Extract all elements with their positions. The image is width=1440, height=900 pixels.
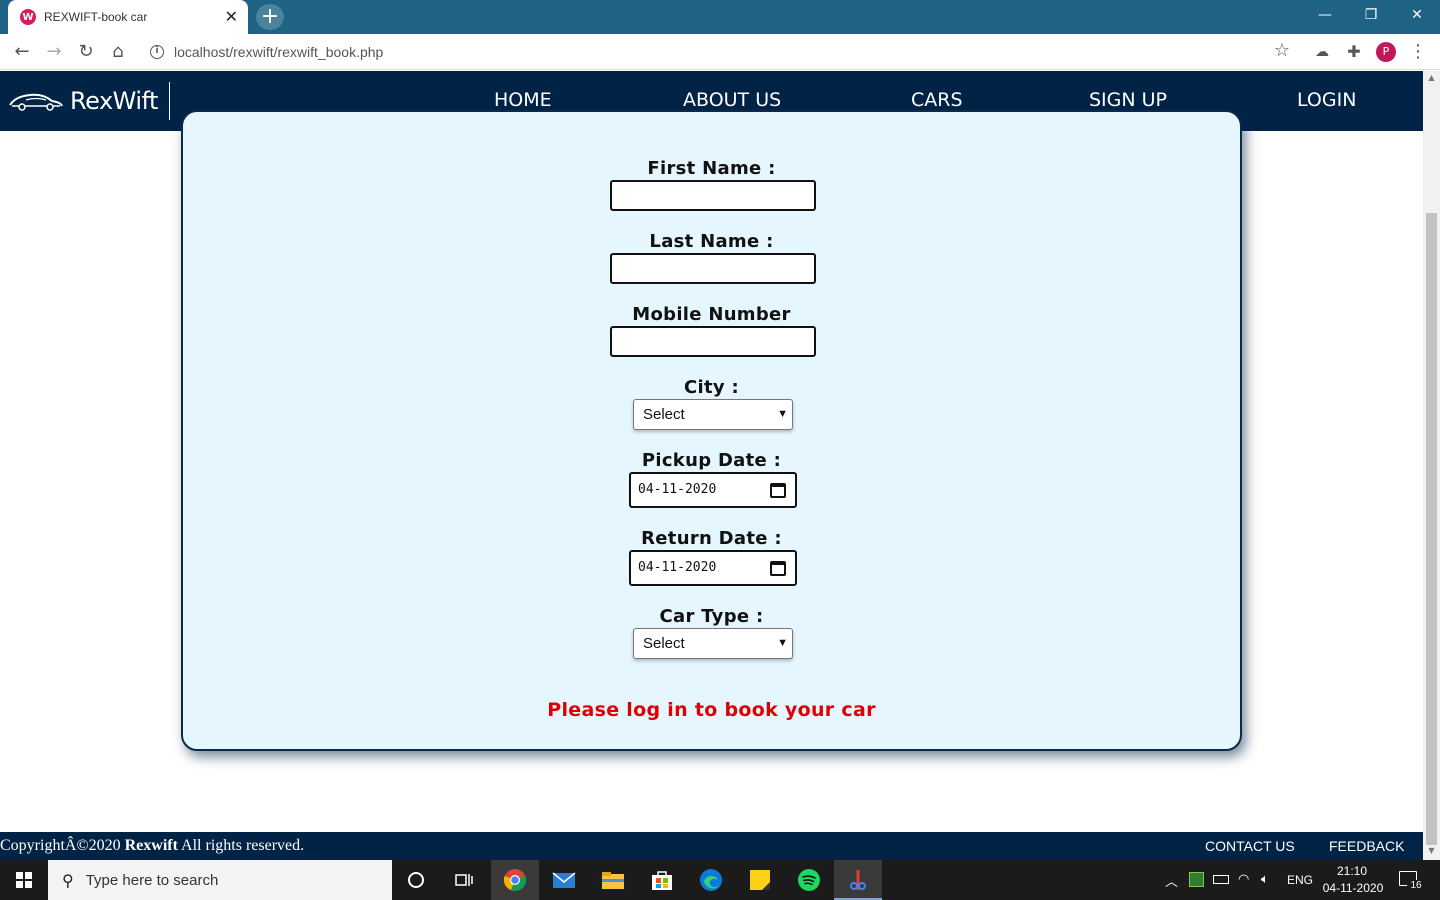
browser-toolbar: ← → ↻ ⌂ i localhost/rexwift/rexwift_book… <box>0 34 1440 70</box>
windows-logo-icon <box>16 872 32 888</box>
brand-logo[interactable]: RexWift <box>8 83 158 119</box>
calendar-icon[interactable] <box>770 561 786 576</box>
return-date-value: 04-11-2020 <box>638 560 717 575</box>
car-type-label: Car Type : <box>659 606 764 627</box>
brand-name: RexWift <box>70 87 158 115</box>
taskbar-search[interactable]: ⚲ Type here to search <box>48 860 392 900</box>
restore-icon[interactable]: ❐ <box>1348 0 1394 30</box>
new-tab-button[interactable]: + <box>256 4 284 30</box>
notification-badge: 16 <box>1407 880 1425 894</box>
feedback-link[interactable]: FEEDBACK <box>1329 838 1404 854</box>
battery-icon[interactable] <box>1213 875 1229 884</box>
pickup-date-value: 04-11-2020 <box>638 482 717 497</box>
city-select-value: Select <box>643 406 685 423</box>
page-scrollbar[interactable]: ▲ ▼ <box>1423 71 1440 860</box>
edge-icon[interactable] <box>697 866 725 894</box>
site-footer: CopyrightÂ©2020 Rexwift All rights reser… <box>0 832 1423 860</box>
city-select[interactable]: Select ▼ <box>633 399 793 430</box>
show-hidden-icons-icon[interactable]: ︿ <box>1165 871 1178 890</box>
last-name-label: Last Name : <box>649 231 774 252</box>
return-date-label: Return Date : <box>641 528 782 549</box>
logo-divider <box>169 82 170 120</box>
tray-app-icon[interactable] <box>1189 872 1204 887</box>
nav-about-us[interactable]: ABOUT US <box>683 89 781 111</box>
start-button[interactable] <box>0 860 48 900</box>
contact-us-link[interactable]: CONTACT US <box>1205 838 1295 854</box>
copyright-brand: Rexwift <box>124 837 178 854</box>
search-icon: ⚲ <box>62 870 74 890</box>
address-bar[interactable]: i localhost/rexwift/rexwift_book.php ☆ <box>140 38 1300 66</box>
cortana-icon[interactable] <box>402 866 430 894</box>
profile-avatar[interactable]: P <box>1376 42 1396 62</box>
return-date-input[interactable]: 04-11-2020 <box>629 550 797 586</box>
wifi-icon[interactable]: ◠ <box>1238 871 1249 887</box>
car-type-select[interactable]: Select ▼ <box>633 628 793 659</box>
scroll-thumb[interactable] <box>1426 213 1437 845</box>
volume-icon[interactable]: 🔈︎ <box>1261 871 1269 887</box>
extensions-puzzle-icon[interactable]: ✚ <box>1342 40 1366 64</box>
city-label: City : <box>684 377 739 398</box>
browser-tabstrip: W REXWIFT-book car ✕ + — ❐ ✕ <box>0 0 1440 34</box>
minimize-icon[interactable]: — <box>1302 0 1348 30</box>
car-type-select-value: Select <box>643 635 685 652</box>
copyright-prefix: CopyrightÂ©2020 <box>0 837 121 854</box>
calendar-icon[interactable] <box>770 483 786 498</box>
nav-sign-up[interactable]: SIGN UP <box>1089 89 1167 111</box>
language-indicator[interactable]: ENG <box>1287 873 1313 887</box>
forward-icon[interactable]: → <box>42 40 66 64</box>
search-placeholder: Type here to search <box>85 871 219 889</box>
chevron-down-icon: ▼ <box>777 408 788 420</box>
close-window-icon[interactable]: ✕ <box>1394 0 1440 30</box>
scroll-up-icon[interactable]: ▲ <box>1423 73 1440 82</box>
favicon-icon: W <box>20 9 36 25</box>
url-text: localhost/rexwift/rexwift_book.php <box>174 44 384 60</box>
mail-icon[interactable] <box>550 866 578 894</box>
clock-date[interactable]: 04-11-2020 <box>1322 881 1384 895</box>
copyright-suffix: All rights reserved. <box>181 837 305 854</box>
chevron-down-icon: ▼ <box>777 637 788 649</box>
mobile-number-input[interactable] <box>610 326 816 357</box>
chrome-icon[interactable] <box>501 866 529 894</box>
mobile-number-label: Mobile Number <box>632 304 791 325</box>
info-icon[interactable]: i <box>150 45 164 59</box>
spotify-icon[interactable] <box>795 866 823 894</box>
pickup-date-label: Pickup Date : <box>641 450 782 471</box>
pickup-date-input[interactable]: 04-11-2020 <box>629 472 797 508</box>
snipping-tool-icon[interactable] <box>844 866 872 894</box>
reload-icon[interactable]: ↻ <box>74 40 98 64</box>
file-explorer-icon[interactable] <box>599 866 627 894</box>
clock-time[interactable]: 21:10 <box>1324 864 1380 878</box>
last-name-input[interactable] <box>610 253 816 284</box>
nav-home[interactable]: HOME <box>494 89 552 111</box>
nav-cars[interactable]: CARS <box>911 89 963 111</box>
car-logo-icon <box>9 93 63 111</box>
home-icon[interactable]: ⌂ <box>106 40 130 64</box>
back-icon[interactable]: ← <box>10 40 34 64</box>
nav-login[interactable]: LOGIN <box>1297 89 1356 111</box>
sticky-notes-icon[interactable] <box>746 866 774 894</box>
first-name-input[interactable] <box>610 180 816 211</box>
tab-title: REXWIFT-book car <box>44 10 148 24</box>
scroll-down-icon[interactable]: ▼ <box>1423 846 1440 855</box>
menu-kebab-icon[interactable]: ⋮ <box>1406 40 1430 64</box>
copyright-text: CopyrightÂ©2020 Rexwift All rights reser… <box>0 837 304 855</box>
task-view-icon[interactable] <box>450 866 478 894</box>
booking-form: First Name : Last Name : Mobile Number C… <box>181 110 1242 751</box>
first-name-label: First Name : <box>647 158 776 179</box>
extension-cloud-icon[interactable]: ☁ <box>1310 40 1334 64</box>
windows-taskbar: ⚲ Type here to search ︿ ◠ 🔈︎ ENG 21:10 0… <box>0 860 1440 900</box>
login-required-message: Please log in to book your car <box>547 699 876 721</box>
browser-tab[interactable]: W REXWIFT-book car ✕ <box>8 0 248 34</box>
close-tab-icon[interactable]: ✕ <box>225 9 238 25</box>
bookmark-star-icon[interactable]: ☆ <box>1274 40 1290 61</box>
store-icon[interactable] <box>648 866 676 894</box>
